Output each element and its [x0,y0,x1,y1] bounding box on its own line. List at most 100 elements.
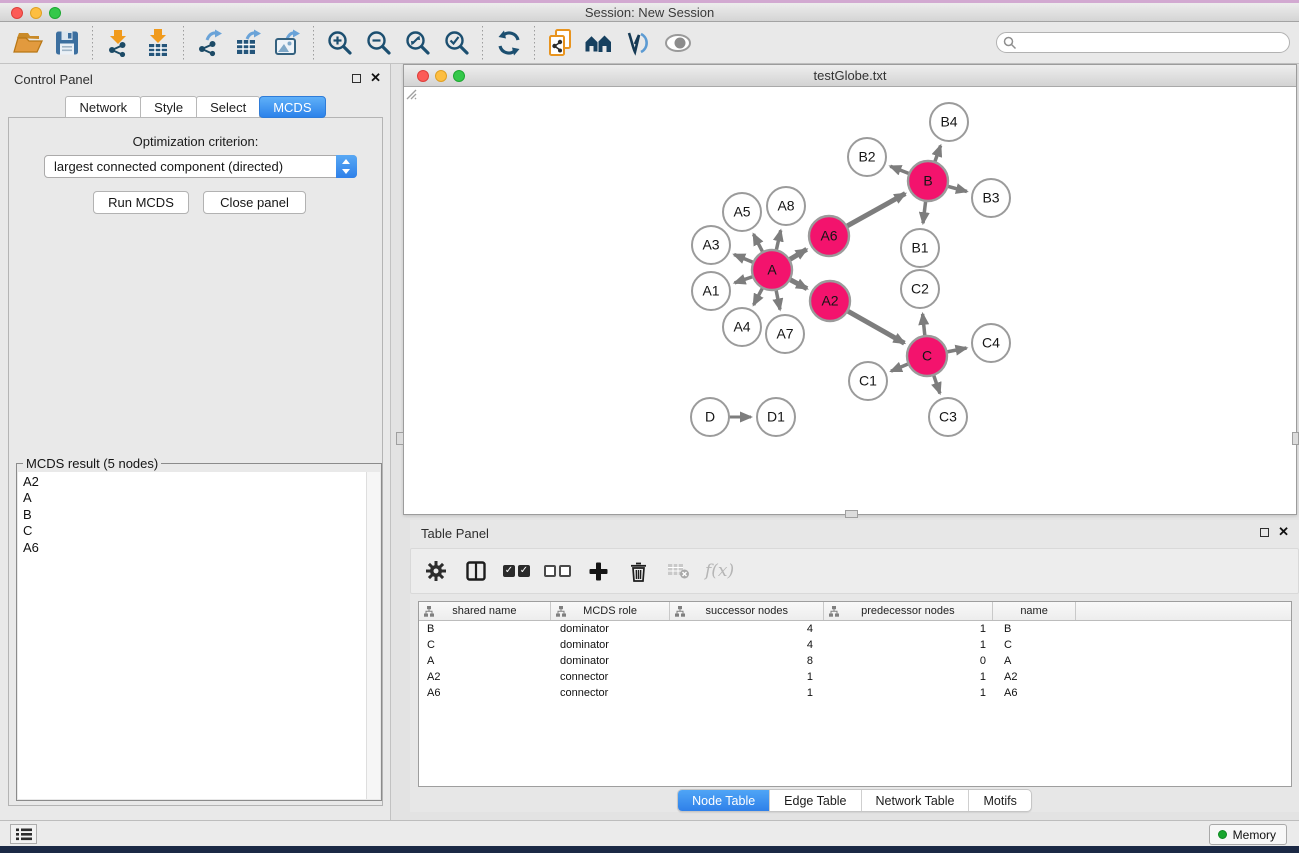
splitter-handle[interactable] [845,510,858,518]
table-row[interactable]: Adominator80A [419,653,1291,669]
graph-edge[interactable] [754,234,764,254]
tab-mcds[interactable]: MCDS [259,96,325,118]
delete-table-button[interactable] [665,554,691,588]
graph-edge[interactable] [734,255,755,264]
search-input[interactable] [1017,34,1289,51]
graph-edge[interactable] [890,166,911,174]
graph-edge[interactable] [788,279,807,289]
export-table-button[interactable] [229,25,268,61]
splitter-handle[interactable] [396,432,404,445]
graph-node-B1[interactable]: B1 [901,229,939,267]
table-cell[interactable]: C [419,639,551,651]
graph-node-C2[interactable]: C2 [901,270,939,308]
graph-node-A[interactable]: A [752,250,792,290]
zoom-in-button[interactable] [320,25,359,61]
table-cell[interactable]: B [419,623,551,635]
apply-function-button[interactable]: f(x) [705,554,734,588]
refresh-view-button[interactable] [489,25,528,61]
table-cell[interactable]: 1 [825,623,994,635]
zoom-fit-button[interactable] [398,25,437,61]
tab-edge-table[interactable]: Edge Table [770,790,861,811]
close-panel-icon[interactable]: ✕ [1278,527,1289,537]
graph-node-D[interactable]: D [691,398,729,436]
node-table[interactable]: shared nameMCDS rolesuccessor nodesprede… [418,601,1292,787]
graph-node-A2[interactable]: A2 [810,281,850,321]
export-image-button[interactable] [268,25,307,61]
table-row[interactable]: Bdominator41B [419,621,1291,637]
graph-node-A7[interactable]: A7 [766,315,804,353]
graph-node-A4[interactable]: A4 [723,308,761,346]
graph-edge[interactable] [845,194,906,228]
column-header-MCDS-role[interactable]: MCDS role [551,602,671,620]
graph-node-A1[interactable]: A1 [692,272,730,310]
delete-columns-button[interactable] [625,554,651,588]
column-header-predecessor-nodes[interactable]: predecessor nodes [824,602,993,620]
close-panel-icon[interactable]: ✕ [370,73,381,83]
table-cell[interactable]: A6 [994,687,1078,699]
table-cell[interactable]: A2 [994,671,1078,683]
tab-style[interactable]: Style [140,96,197,118]
graph-node-C1[interactable]: C1 [849,362,887,400]
table-cell[interactable]: B [994,623,1078,635]
tab-network[interactable]: Network [65,96,141,118]
deselect-all-columns-button[interactable] [544,554,571,588]
graph-node-C3[interactable]: C3 [929,398,967,436]
close-panel-button[interactable]: Close panel [203,191,306,214]
graph-edge[interactable] [776,288,780,310]
graph-edge[interactable] [735,276,755,283]
vizmapper-button[interactable] [619,25,658,61]
table-cell[interactable]: 1 [825,687,994,699]
save-session-button[interactable] [47,25,86,61]
table-cell[interactable]: dominator [551,639,671,651]
home-button[interactable] [580,25,619,61]
graph-edge[interactable] [846,310,905,343]
network-window-titlebar[interactable]: testGlobe.txt [404,65,1296,87]
network-canvas[interactable]: B4B2BB3A8A5A6A3B1AC2A1A2A4A7C4CC1C3DD1 [404,87,1296,514]
table-cell[interactable]: 1 [825,639,994,651]
graph-node-B3[interactable]: B3 [972,179,1010,217]
search-field[interactable] [996,32,1290,53]
graph-edge[interactable] [923,314,926,338]
graph-node-C[interactable]: C [907,336,947,376]
resize-grip-icon[interactable] [404,87,417,100]
graph-edge[interactable] [945,186,967,192]
table-row[interactable]: A6connector11A6 [419,685,1291,701]
table-cell[interactable]: connector [551,671,671,683]
table-cell[interactable]: connector [551,687,671,699]
import-table-button[interactable] [138,25,177,61]
tab-motifs[interactable]: Motifs [969,790,1030,811]
graph-edge[interactable] [945,348,967,352]
graph-edge[interactable] [776,230,781,252]
graph-node-A5[interactable]: A5 [723,193,761,231]
table-cell[interactable]: 0 [825,655,994,667]
column-header-shared-name[interactable]: shared name [419,602,551,620]
splitter-handle[interactable] [1292,432,1299,445]
tab-node-table[interactable]: Node Table [678,790,770,811]
table-cell[interactable]: A [994,655,1078,667]
mcds-result-list[interactable]: A2ABCA6 [18,472,380,799]
clone-network-button[interactable] [541,25,580,61]
app-titlebar[interactable]: Session: New Session [0,3,1299,22]
column-header-successor-nodes[interactable]: successor nodes [670,602,824,620]
table-cell[interactable]: 4 [671,623,825,635]
table-cell[interactable]: 1 [671,671,825,683]
graph-node-B2[interactable]: B2 [848,138,886,176]
tab-select[interactable]: Select [196,96,260,118]
zoom-selected-button[interactable] [437,25,476,61]
result-item[interactable]: C [18,523,365,539]
graph-node-A3[interactable]: A3 [692,226,730,264]
table-cell[interactable]: dominator [551,623,671,635]
graph-edge[interactable] [788,249,807,260]
float-panel-icon[interactable] [352,74,361,83]
network-graph[interactable]: B4B2BB3A8A5A6A3B1AC2A1A2A4A7C4CC1C3DD1 [404,87,1296,515]
table-cell[interactable]: A2 [419,671,551,683]
table-cell[interactable]: 1 [671,687,825,699]
graph-edge[interactable] [754,286,764,305]
tab-network-table[interactable]: Network Table [862,790,970,811]
table-cell[interactable]: dominator [551,655,671,667]
result-item[interactable]: B [18,507,365,523]
create-column-button[interactable] [585,554,611,588]
result-item[interactable]: A6 [18,540,365,556]
table-cell[interactable]: 8 [671,655,825,667]
result-item[interactable]: A2 [18,474,365,490]
